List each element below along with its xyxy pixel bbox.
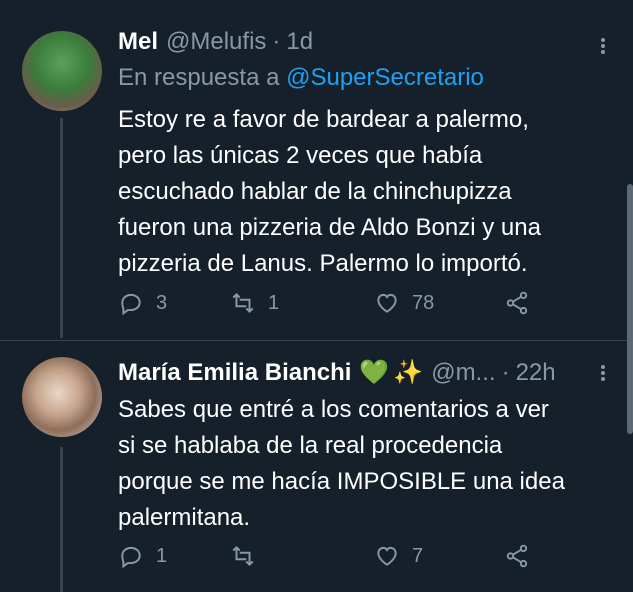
like-count: 78 [412, 291, 435, 314]
tweet-text-line: fueron una pizzeria de Aldo Bonzi y una [118, 214, 541, 241]
like-icon [377, 293, 397, 313]
timestamp[interactable]: 22h [516, 359, 556, 387]
retweet-icon [232, 545, 254, 567]
tweet-text-line: si se hablaba de la real procedencia [118, 432, 503, 459]
like-button[interactable]: 78 [374, 290, 434, 316]
share-button[interactable] [504, 543, 530, 569]
reply-count: 1 [156, 544, 168, 567]
reply-icon [121, 293, 141, 316]
retweet-count: 1 [268, 291, 280, 314]
thread-line [60, 118, 63, 338]
like-icon [377, 546, 397, 566]
tweet-text-line: palermitana. [118, 504, 251, 531]
display-name[interactable]: María Emilia Bianchi [118, 359, 351, 387]
avatar[interactable] [22, 31, 102, 111]
tweet-text: Sabes que entré a los comentarios a ver … [118, 392, 608, 536]
tweet-header: María Emilia Bianchi 💚 ✨ @m... · 22h [118, 358, 556, 387]
tweet-text-line: escuchado hablar de la chinchupizza [118, 178, 512, 205]
more-icon[interactable] [601, 36, 607, 56]
tweet-header: Mel @Melufis · 1d [118, 28, 313, 56]
tweet-text-line: pero las únicas 2 veces que había [118, 142, 483, 169]
reply-icon [121, 546, 141, 569]
tweet-text-line: pizzeria de Lanus. Palermo lo importó. [118, 250, 528, 277]
display-name[interactable]: Mel [118, 28, 158, 56]
tweet-text-line: Estoy re a favor de bardear a palermo, [118, 106, 529, 133]
action-bar: 3 1 78 [118, 290, 538, 320]
user-handle[interactable]: @m... [431, 359, 495, 387]
retweet-button[interactable]: 1 [230, 290, 279, 316]
avatar[interactable] [22, 357, 102, 437]
tweet[interactable]: Mel @Melufis · 1d En respuesta a @SuperS… [0, 0, 633, 341]
more-icon[interactable] [601, 363, 607, 383]
retweet-button[interactable] [230, 543, 268, 569]
like-count: 7 [412, 544, 424, 567]
share-icon [506, 544, 528, 568]
user-handle[interactable]: @Melufis [166, 28, 266, 56]
reply-prefix: En respuesta a [118, 64, 280, 91]
reply-button[interactable]: 3 [118, 290, 167, 316]
separator-dot: · [272, 28, 281, 55]
thread-line [60, 447, 63, 592]
sparkles-emoji: ✨ [393, 359, 424, 386]
tweet[interactable]: María Emilia Bianchi 💚 ✨ @m... · 22h Sab… [0, 341, 633, 592]
share-icon [506, 291, 528, 315]
reply-mention-link[interactable]: @SuperSecretario [286, 64, 484, 91]
separator-dot: · [501, 359, 510, 386]
tweet-text-line: Sabes que entré a los comentarios a ver [118, 396, 549, 423]
retweet-icon [232, 292, 254, 314]
reply-count: 3 [156, 291, 168, 314]
action-bar: 1 7 [118, 543, 538, 573]
timestamp[interactable]: 1d [286, 28, 313, 56]
tweet-text-line: porque se me hacía IMPOSIBLE una idea [118, 468, 565, 495]
reply-button[interactable]: 1 [118, 543, 167, 569]
tweet-text: Estoy re a favor de bardear a palermo, p… [118, 102, 608, 282]
share-button[interactable] [504, 290, 530, 316]
green-heart-emoji: 💚 [359, 359, 390, 386]
like-button[interactable]: 7 [374, 543, 423, 569]
scrollbar[interactable] [627, 184, 633, 434]
reply-context: En respuesta a @SuperSecretario [118, 64, 484, 92]
